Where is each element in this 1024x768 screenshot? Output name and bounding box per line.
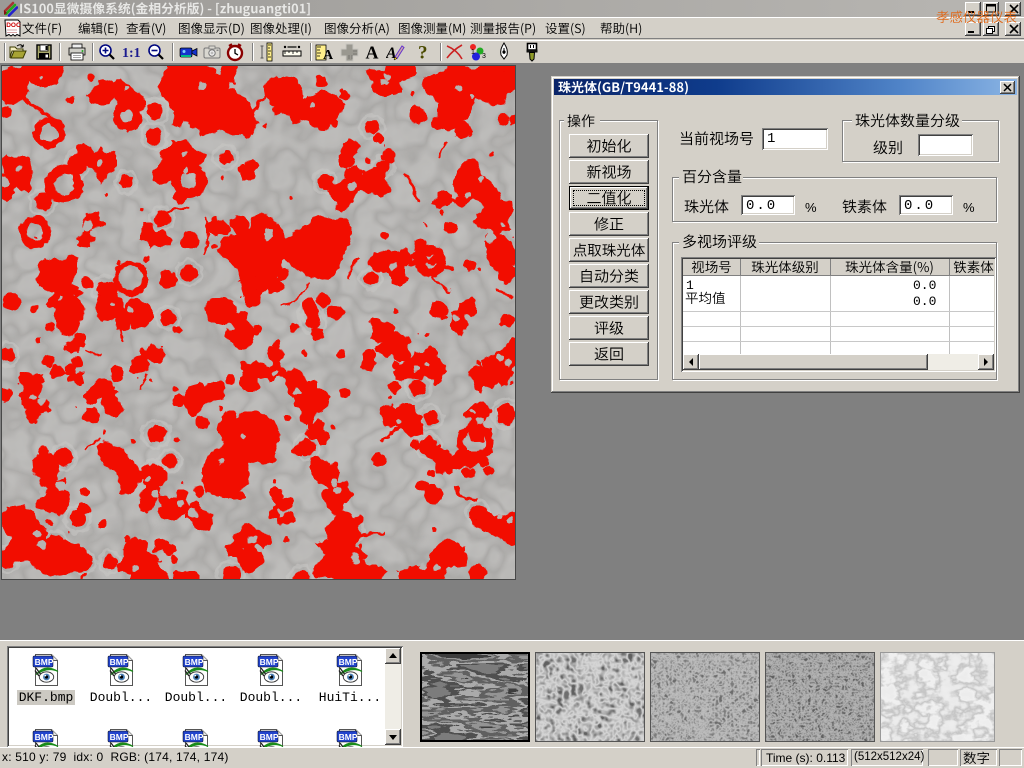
svg-text:BMP: BMP: [339, 657, 358, 667]
svg-text:BMP: BMP: [35, 732, 54, 742]
svg-text:BMP: BMP: [110, 732, 129, 742]
svg-text:1:1: 1:1: [122, 46, 141, 61]
svg-text:BMP: BMP: [185, 657, 204, 667]
svg-text:BMP: BMP: [110, 657, 129, 667]
svg-text:BMP: BMP: [35, 657, 54, 667]
svg-text:3: 3: [482, 53, 486, 60]
svg-text:BMP: BMP: [185, 732, 204, 742]
svg-text:BMP: BMP: [260, 657, 279, 667]
svg-text:?: ?: [418, 43, 428, 63]
svg-text:A: A: [366, 43, 379, 63]
svg-text:1: 1: [471, 49, 475, 56]
svg-text:BMP: BMP: [339, 732, 358, 742]
svg-text:A: A: [323, 48, 334, 62]
svg-text:BMP: BMP: [260, 732, 279, 742]
svg-text:DOC: DOC: [6, 22, 21, 29]
